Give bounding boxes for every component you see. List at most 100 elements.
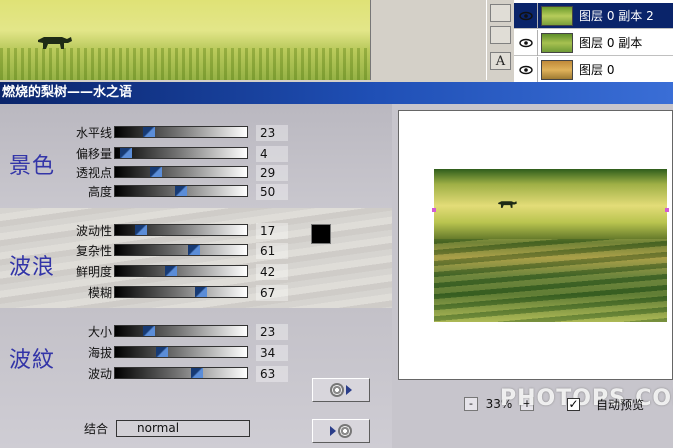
horizon-marker-right: [665, 208, 669, 212]
layer-row-0-copy-2[interactable]: 图层 0 副本 2: [514, 2, 673, 29]
slider-track[interactable]: [114, 265, 248, 277]
slider-value[interactable]: 23: [256, 324, 288, 340]
slider-sharpness: 鲜明度 42: [0, 264, 300, 280]
slider-track[interactable]: [114, 224, 248, 236]
slider-label: 大小: [87, 325, 112, 339]
preview-image[interactable]: [434, 169, 667, 322]
canvas-gutter: [370, 0, 487, 80]
eye-icon[interactable]: [514, 2, 538, 29]
auto-preview-toggle[interactable]: ✓ 自动预览: [567, 396, 644, 413]
slider-track[interactable]: [114, 244, 248, 256]
eye-icon[interactable]: [514, 29, 538, 56]
slider-track[interactable]: [114, 367, 248, 379]
layer-thumbnail: [541, 59, 573, 80]
slider-complexity: 复杂性 61: [0, 243, 300, 259]
document-canvas[interactable]: [0, 0, 370, 80]
layer-name: 图层 0: [579, 63, 615, 77]
blend-label: 结合: [84, 422, 109, 436]
auto-preview-label: 自动预览: [596, 398, 645, 412]
layer-name: 图层 0 副本 2: [579, 9, 654, 23]
slider-track[interactable]: [114, 185, 248, 197]
disc-icon: [338, 424, 352, 438]
play-back-button[interactable]: [312, 419, 370, 443]
slider-track[interactable]: [114, 126, 248, 138]
cow-icon: [498, 201, 517, 208]
tool-button-2[interactable]: [490, 26, 511, 44]
slider-thumb[interactable]: [119, 148, 132, 158]
slider-value[interactable]: 63: [256, 366, 288, 382]
layers-panel: 图层 0 副本 2 图层 0 副本 图层 0: [514, 0, 673, 83]
slider-volatility: 波动性 17: [0, 223, 300, 239]
slider-label: 高度: [87, 185, 112, 199]
slider-label: 复杂性: [75, 244, 112, 258]
arrow-right-icon: [346, 385, 352, 395]
slider-value[interactable]: 4: [256, 146, 288, 162]
slider-label: 偏移量: [75, 147, 112, 161]
blend-mode-select[interactable]: normal: [116, 420, 250, 437]
slider-value[interactable]: 29: [256, 165, 288, 181]
slider-thumb[interactable]: [175, 186, 187, 196]
slider-height: 高度 50: [0, 184, 300, 200]
workspace-strip: A 图层 0 副本 2 图层 0 副本 图层 0: [0, 0, 673, 83]
slider-track[interactable]: [114, 286, 248, 298]
layer-name: 图层 0 副本: [579, 36, 643, 50]
filter-dialog: 景色 波浪 波紋 水平线 23 偏移量 4 透视点 29 高度 50 波动性 1…: [0, 104, 673, 448]
cow-icon: [38, 37, 72, 49]
slider-label: 波动性: [75, 224, 112, 238]
slider-label: 模糊: [87, 286, 112, 300]
slider-thumb[interactable]: [155, 347, 168, 357]
eye-icon: [518, 11, 533, 20]
slider-size: 大小 23: [0, 324, 300, 340]
slider-value[interactable]: 23: [256, 125, 288, 141]
slider-track[interactable]: [114, 325, 248, 337]
slider-thumb[interactable]: [190, 368, 203, 378]
slider-label: 透视点: [75, 166, 112, 180]
text-tool-icon: A: [495, 53, 506, 69]
slider-offset: 偏移量 4: [0, 146, 300, 162]
eye-icon[interactable]: [514, 56, 538, 83]
tool-button-1[interactable]: [490, 4, 511, 22]
slider-value[interactable]: 67: [256, 285, 288, 301]
layer-row-0[interactable]: 图层 0: [514, 56, 673, 83]
layer-row-0-copy[interactable]: 图层 0 副本: [514, 29, 673, 56]
slider-value[interactable]: 50: [256, 184, 288, 200]
slider-thumb[interactable]: [135, 225, 148, 235]
slider-track[interactable]: [114, 166, 248, 178]
slider-label: 波动: [87, 367, 112, 381]
slider-value[interactable]: 34: [256, 345, 288, 361]
play-forward-button[interactable]: [312, 378, 370, 402]
slider-thumb[interactable]: [142, 127, 155, 137]
dialog-title-bar[interactable]: 燃烧的梨树——水之语: [0, 82, 673, 104]
slider-value[interactable]: 61: [256, 243, 288, 259]
slider-value[interactable]: 17: [256, 223, 288, 239]
slider-track[interactable]: [114, 346, 248, 358]
slider-label: 海拔: [87, 346, 112, 360]
disc-icon: [330, 383, 344, 397]
auto-preview-checkbox[interactable]: ✓: [567, 398, 580, 411]
arrow-right-icon: [330, 426, 336, 436]
slider-thumb[interactable]: [188, 245, 201, 255]
slider-track[interactable]: [114, 147, 248, 159]
slider-altitude: 海拔 34: [0, 345, 300, 361]
slider-wave: 波动 63: [0, 366, 300, 382]
layer-thumbnail: [541, 5, 573, 26]
color-swatch[interactable]: [311, 224, 331, 244]
layer-thumbnail: [541, 32, 573, 53]
slider-label: 鲜明度: [75, 265, 112, 279]
slider-thumb[interactable]: [149, 167, 162, 177]
slider-thumb[interactable]: [142, 326, 155, 336]
preview-frame: [398, 110, 673, 380]
zoom-out-button[interactable]: -: [464, 397, 478, 411]
slider-blur: 模糊 67: [0, 285, 300, 301]
horizon-marker-left: [432, 208, 436, 212]
eye-icon: [518, 65, 533, 74]
slider-thumb[interactable]: [195, 287, 208, 297]
eye-icon: [518, 38, 533, 47]
tools-column: A: [486, 0, 516, 80]
slider-perspective: 透视点 29: [0, 165, 300, 181]
slider-horizon: 水平线 23: [0, 125, 300, 141]
text-tool-button[interactable]: A: [490, 52, 511, 70]
slider-value[interactable]: 42: [256, 264, 288, 280]
dialog-title: 燃烧的梨树——水之语: [2, 85, 133, 100]
slider-thumb[interactable]: [165, 266, 178, 276]
